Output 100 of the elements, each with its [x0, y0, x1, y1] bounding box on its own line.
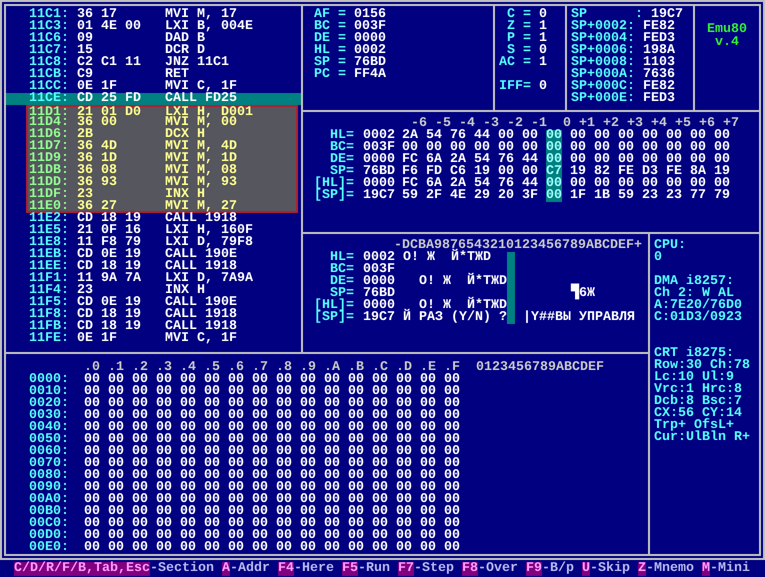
memory-byte: 2A: [450, 178, 466, 190]
memory-byte: 00: [180, 530, 196, 542]
memory-byte: 00: [276, 374, 292, 386]
memory-byte: 29: [474, 190, 490, 202]
memory-byte: 00: [444, 446, 460, 458]
offset-label: +3: [627, 118, 643, 130]
disasm-line[interactable]: 11F1: 11 9A 7A LXI D, 7A9A: [6, 273, 301, 285]
memory-byte: 00: [132, 494, 148, 506]
memory-byte: 6A: [426, 154, 442, 166]
offset-label: -1: [531, 118, 547, 130]
memory-byte: 00: [444, 518, 460, 530]
column-label: .3: [156, 362, 172, 374]
shortcut-key[interactable]: F8: [462, 562, 478, 576]
memory-byte: 00: [156, 506, 172, 518]
disasm-line[interactable]: 11CC: 0E 1F MVI C, 1F: [6, 81, 301, 93]
memory-byte: 00: [372, 470, 388, 482]
disasm-line[interactable]: 11F8: CD 18 19 CALL 1918: [6, 309, 301, 321]
memory-byte: 00: [300, 386, 316, 398]
memory-byte: 00: [420, 410, 436, 422]
shortcut-key[interactable]: F7: [398, 562, 414, 576]
memory-byte: 00: [300, 398, 316, 410]
address: 11C7:: [29, 45, 70, 57]
memory-byte: 00: [156, 434, 172, 446]
memory-byte: 00: [276, 506, 292, 518]
memory-byte: 00: [180, 494, 196, 506]
memory-byte: 00: [276, 446, 292, 458]
shortcut-key[interactable]: F5: [342, 562, 358, 576]
memory-byte: 00: [498, 166, 514, 178]
memory-byte: 00: [108, 446, 124, 458]
disasm-line[interactable]: 11F4: 23 INX H: [6, 285, 301, 297]
memory-byte: 00: [204, 458, 220, 470]
address: 11EE:: [29, 261, 70, 273]
disasm-line[interactable]: 11E2: CD 18 19 CALL 1918: [6, 213, 301, 225]
register-value: 76BD: [363, 166, 395, 178]
memory-byte: 00: [372, 386, 388, 398]
register-value: 0000: [363, 154, 395, 166]
memory-byte: 00: [594, 142, 610, 154]
memory-byte: 44: [474, 130, 490, 142]
memory-byte: 00: [396, 398, 412, 410]
shortcut-label: -Section: [150, 562, 214, 576]
register-value: FF4A: [354, 69, 386, 81]
disasm-line[interactable]: 11E5: 21 0F 16 LXI H, 160F: [6, 225, 301, 237]
shortcut-key[interactable]: F9: [526, 562, 542, 576]
address: 00C0:: [29, 518, 69, 530]
memory-byte: 00: [276, 518, 292, 530]
shortcut-key[interactable]: F4: [278, 562, 294, 576]
disasm-line[interactable]: 11EB: CD 0E 19 CALL 190E: [6, 249, 301, 261]
memory-byte: 00: [348, 422, 364, 434]
offset-label: 0: [562, 118, 571, 130]
opcode-bytes: 2B: [77, 129, 94, 141]
memory-byte: 00: [204, 494, 220, 506]
register-label: [HL]=: [314, 178, 354, 190]
shortcut-key[interactable]: Z: [638, 562, 646, 576]
memory-byte: 00: [84, 542, 100, 554]
memory-byte: 00: [252, 434, 268, 446]
char-text: |Y##ВЫ УПРАВЛЯ: [522, 309, 635, 327]
memory-byte: 00: [396, 422, 412, 434]
memory-byte: 00: [156, 494, 172, 506]
disasm-line[interactable]: 11FB: CD 18 19 CALL 1918: [6, 321, 301, 333]
stack-label: SP+0008:: [571, 57, 635, 69]
memory-byte: 6A: [426, 178, 442, 190]
memory-byte: 00: [396, 458, 412, 470]
disasm-line[interactable]: 11E8: 11 F8 79 LXI D, 79F8: [6, 237, 301, 249]
memory-byte: 00: [324, 530, 340, 542]
memory-byte: 19: [714, 166, 730, 178]
disasm-line[interactable]: 11C6: 09 DAD B: [6, 33, 301, 45]
disasm-line[interactable]: 11EE: CD 18 19 CALL 1918: [6, 261, 301, 273]
address: 11FB:: [29, 321, 70, 333]
memory-byte: 00: [108, 542, 124, 554]
stack-value: 7636: [643, 69, 675, 81]
disasm-line[interactable]: 11C1: 36 17 MVI M, 17: [6, 9, 301, 21]
shortcut-key[interactable]: C/D/R/F/B,Tab,Esc: [14, 562, 150, 576]
opcode-bytes: CD 0E 19: [77, 249, 142, 261]
memory-byte: 00: [108, 506, 124, 518]
disasm-line[interactable]: 11C3: 01 4E 00 LXI B, 004E: [6, 21, 301, 33]
memory-byte: 19: [570, 166, 586, 178]
disasm-line[interactable]: 11CB: C9 RET: [6, 69, 301, 81]
shortcut-key[interactable]: M: [702, 562, 710, 576]
memory-byte: 00: [522, 142, 538, 154]
memory-byte: 00: [420, 530, 436, 542]
memory-byte: 00: [84, 422, 100, 434]
column-label: .F: [444, 362, 460, 374]
disasm-line[interactable]: 11F5: CD 0E 19 CALL 190E: [6, 297, 301, 309]
register-label: [HL]=: [314, 300, 354, 312]
memory-byte: 00: [372, 542, 388, 554]
address: 00D0:: [29, 530, 69, 542]
memory-byte: 00: [324, 422, 340, 434]
disasm-line[interactable]: 11FE: 0E 1F MVI C, 1F: [6, 333, 301, 345]
disasm-line[interactable]: 11C7: 15 DCR D: [6, 45, 301, 57]
address: 11E2:: [29, 213, 70, 225]
disasm-line[interactable]: 11C8: C2 C1 11 JNZ 11C1: [6, 57, 301, 69]
memory-byte: 00: [132, 518, 148, 530]
memory-byte: 1B: [594, 190, 610, 202]
shortcut-key[interactable]: U: [582, 562, 590, 576]
shortcut-key[interactable]: A: [222, 562, 230, 576]
memory-byte: 00: [300, 446, 316, 458]
opcode-bytes: 11 9A 7A: [77, 273, 142, 285]
memory-byte: FE: [666, 166, 682, 178]
memory-byte: 00: [228, 398, 244, 410]
register-value: 003F: [363, 264, 395, 276]
